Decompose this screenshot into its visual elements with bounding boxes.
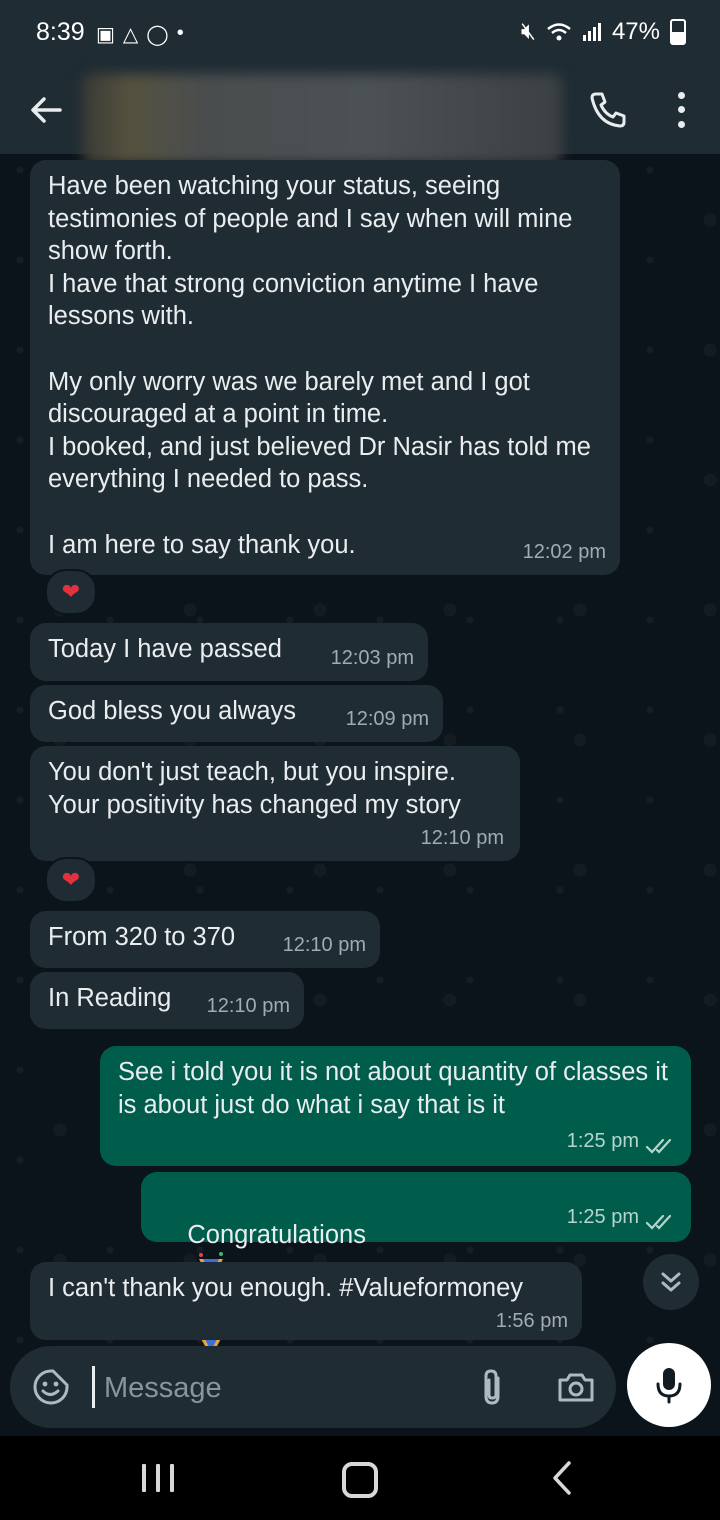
- double-chevron-down-icon: [661, 1272, 681, 1292]
- message-bubble-incoming[interactable]: You don't just teach, but you inspire. Y…: [30, 746, 520, 861]
- paperclip-icon: [484, 1369, 500, 1405]
- message-time: 1:56 pm: [495, 1310, 568, 1333]
- message-bubble-incoming[interactable]: God bless you always 12:09 pm: [30, 685, 443, 742]
- battery-icon: [670, 19, 686, 45]
- scroll-to-bottom-button[interactable]: [643, 1254, 699, 1310]
- message-time: 12:02 pm: [522, 541, 606, 564]
- wifi-icon: [547, 23, 571, 41]
- message-bubble-outgoing[interactable]: Congratulations 1:25 pm: [141, 1172, 691, 1400]
- microphone-icon: [656, 1368, 682, 1404]
- message-bubble-incoming[interactable]: From 320 to 370 12:10 pm: [30, 911, 380, 968]
- contact-info[interactable]: [82, 74, 562, 164]
- message-time: 12:09 pm: [345, 708, 429, 731]
- chat-header: [0, 68, 720, 164]
- message-text: God bless you always: [48, 697, 297, 725]
- message-text: I can't thank you enough. #Valueformoney: [48, 1274, 524, 1302]
- back-arrow-icon: [31, 97, 62, 123]
- message-composer: [10, 1346, 616, 1428]
- message-time: 1:25 pm: [566, 1130, 639, 1153]
- phone-icon: [590, 92, 626, 128]
- gallery-icon: ▣: [96, 24, 115, 46]
- status-system-icons: 🔇︎ 47%: [521, 18, 686, 46]
- sticker-smiley-icon: [33, 1369, 69, 1405]
- status-time: 8:39: [36, 18, 85, 46]
- message-time: 12:10 pm: [282, 934, 366, 957]
- attach-button[interactable]: [478, 1368, 508, 1408]
- system-back-button[interactable]: [550, 1460, 574, 1496]
- dot-icon: •: [176, 22, 184, 44]
- signal-icon: [582, 23, 601, 41]
- message-time: 12:10 pm: [206, 995, 290, 1018]
- reaction-badge[interactable]: ❤: [45, 569, 97, 615]
- whatsapp-icon: ◯: [146, 24, 169, 46]
- double-check-read-icon: [645, 1214, 672, 1230]
- status-bar: 8:39 ▣ △ ◯ • 🔇︎ 47%: [0, 0, 720, 68]
- message-bubble-incoming[interactable]: Have been watching your status, seeing t…: [30, 160, 620, 575]
- message-bubble-outgoing[interactable]: See i told you it is not about quantity …: [100, 1046, 691, 1166]
- status-notification-icons: ▣ △ ◯ •: [96, 22, 184, 47]
- message-text: Congratulations: [187, 1220, 366, 1249]
- heart-reaction-icon: ❤: [61, 867, 81, 892]
- mute-icon: 🔇︎: [520, 18, 536, 45]
- reaction-badge[interactable]: ❤: [45, 857, 97, 903]
- more-options-button[interactable]: [668, 88, 694, 132]
- message-bubble-incoming[interactable]: I can't thank you enough. #Valueformoney…: [30, 1262, 582, 1340]
- camera-button[interactable]: [556, 1370, 596, 1404]
- system-navigation-bar: [0, 1436, 720, 1520]
- message-time: 12:10 pm: [420, 827, 504, 850]
- message-input[interactable]: [102, 1364, 446, 1412]
- message-text: Have been watching your status, seeing t…: [48, 172, 591, 559]
- drive-icon: △: [122, 24, 139, 46]
- double-check-read-icon: [645, 1138, 672, 1154]
- emoji-button[interactable]: [32, 1368, 70, 1406]
- message-text: In Reading: [48, 984, 172, 1012]
- battery-percent: 47%: [611, 18, 660, 45]
- message-text: You don't just teach, but you inspire. Y…: [48, 758, 461, 819]
- message-text: Today I have passed: [48, 635, 282, 663]
- text-cursor: [92, 1366, 95, 1408]
- message-time: 1:25 pm: [566, 1206, 639, 1229]
- message-bubble-incoming[interactable]: Today I have passed 12:03 pm: [30, 623, 428, 681]
- camera-icon: [558, 1373, 594, 1402]
- back-button[interactable]: [26, 90, 66, 130]
- message-bubble-incoming[interactable]: In Reading 12:10 pm: [30, 972, 304, 1029]
- recent-apps-button[interactable]: [142, 1464, 174, 1492]
- message-text: From 320 to 370: [48, 923, 236, 951]
- heart-reaction-icon: ❤: [61, 579, 81, 604]
- message-time: 12:03 pm: [330, 647, 414, 670]
- voice-call-button[interactable]: [584, 86, 632, 134]
- home-button[interactable]: [342, 1462, 378, 1498]
- chevron-left-icon: [553, 1461, 571, 1495]
- message-text: See i told you it is not about quantity …: [118, 1058, 676, 1119]
- voice-record-button[interactable]: [627, 1343, 711, 1427]
